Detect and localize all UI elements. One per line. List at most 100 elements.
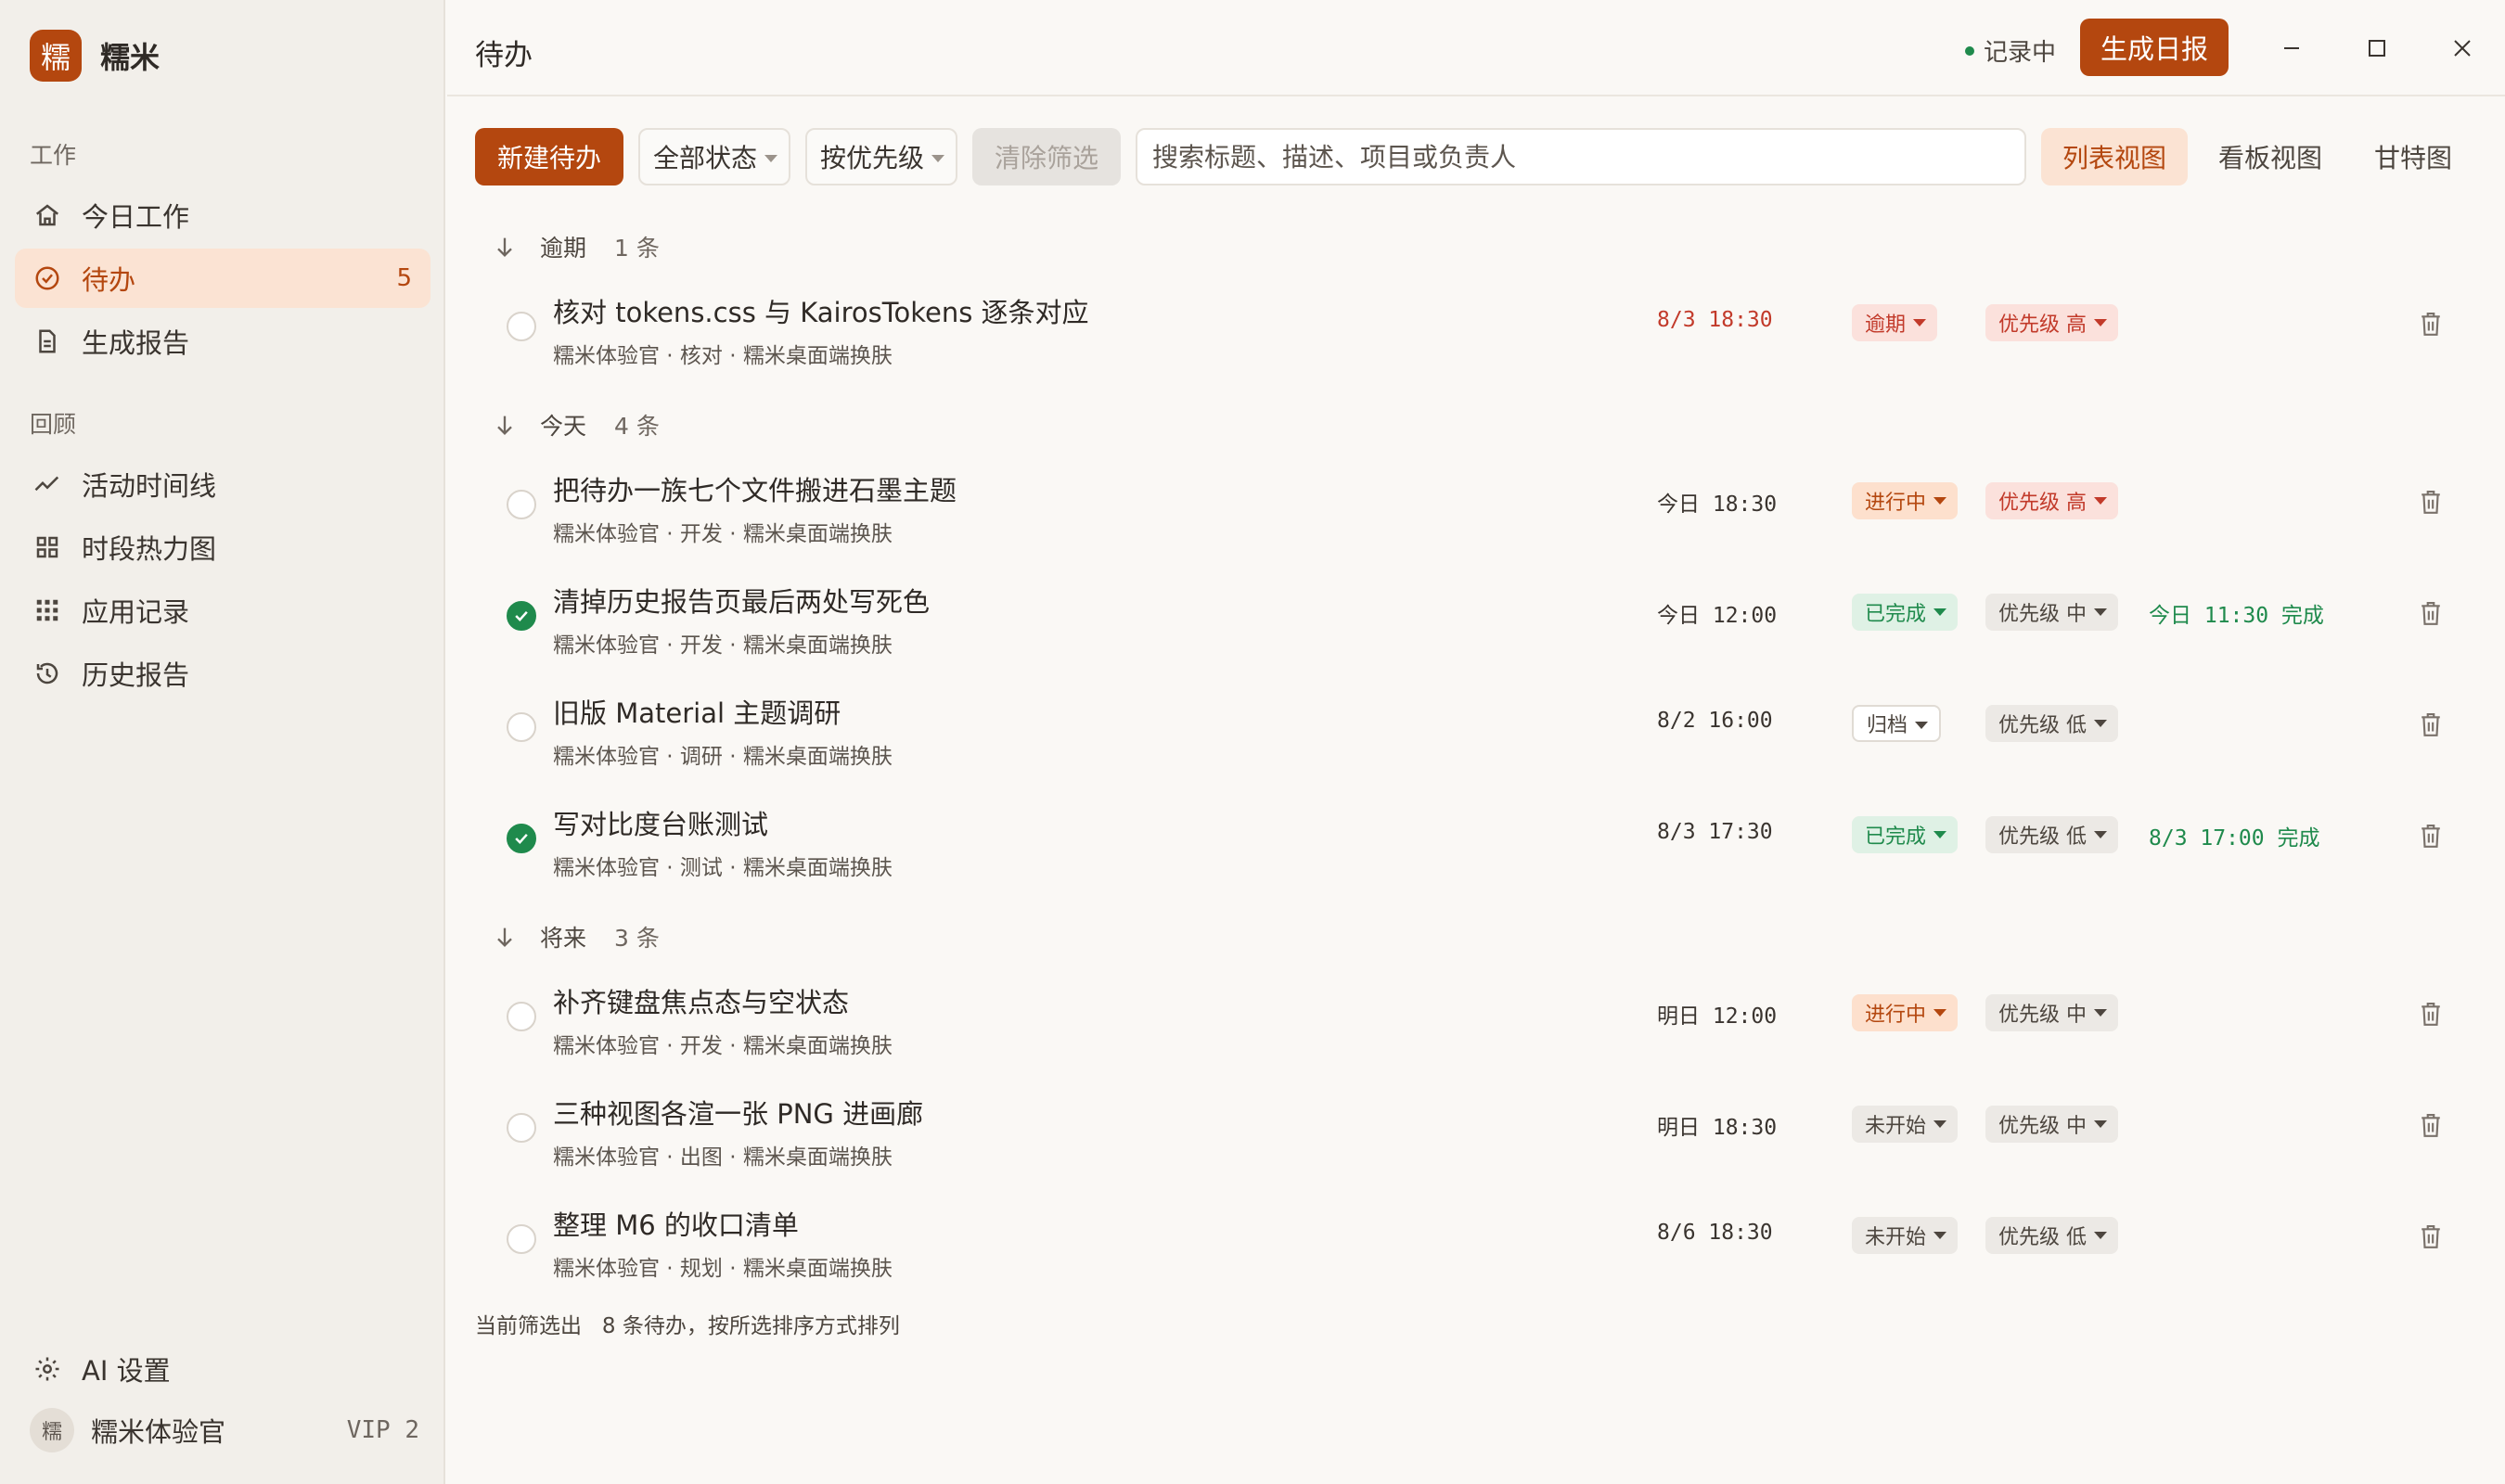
caret-down-icon <box>2094 831 2107 838</box>
table-row[interactable]: 补齐键盘焦点态与空状态 糯米体验官 · 开发 · 糯米桌面端换肤 明日 12:0… <box>475 968 2488 1080</box>
status-dropdown[interactable]: 进行中 <box>1852 994 1959 1031</box>
arrow-down-icon <box>492 412 521 438</box>
grid-icon <box>32 531 63 563</box>
sidebar-item-ai-settings[interactable]: AI 设置 <box>15 1339 430 1399</box>
task-checkbox[interactable] <box>507 490 536 519</box>
trash-icon[interactable] <box>2414 1107 2447 1145</box>
task-meta: 糯米体验官 · 出图 · 糯米桌面端换肤 <box>553 1145 893 1170</box>
priority-dropdown[interactable]: 优先级 中 <box>1985 994 2118 1031</box>
status-dropdown[interactable]: 已完成 <box>1852 816 1959 853</box>
table-row[interactable]: 三种视图各渲一张 PNG 进画廊 糯米体验官 · 出图 · 糯米桌面端换肤 明日… <box>475 1080 2488 1191</box>
caret-down-icon <box>1933 1120 1947 1128</box>
sidebar: 糯 糯米 工作 今日工作 待办 5 生成报告 回顾 活动时间线 时段热力图 应用… <box>0 0 445 1484</box>
task-checkbox[interactable] <box>507 1113 536 1143</box>
trash-icon[interactable] <box>2414 1219 2447 1256</box>
table-row[interactable]: 写对比度台账测试 糯米体验官 · 测试 · 糯米桌面端换肤 8/3 17:30 … <box>475 790 2488 902</box>
status-filter-select[interactable]: 全部状态 <box>638 128 790 186</box>
task-checkbox[interactable] <box>507 1224 536 1254</box>
table-row[interactable]: 整理 M6 的收口清单 糯米体验官 · 规划 · 糯米桌面端换肤 8/6 18:… <box>475 1191 2488 1302</box>
minimize-icon[interactable] <box>2269 26 2314 70</box>
priority-dropdown[interactable]: 优先级 中 <box>1985 1106 2118 1143</box>
sidebar-item-timeline[interactable]: 活动时间线 <box>15 454 430 514</box>
trash-icon[interactable] <box>2414 996 2447 1033</box>
sidebar-item-app-records[interactable]: 应用记录 <box>15 581 430 640</box>
sidebar-item-label: 历史报告 <box>82 659 190 691</box>
trash-icon[interactable] <box>2414 484 2447 521</box>
status-label: 未开始 <box>1865 1226 1927 1249</box>
priority-label: 优先级 低 <box>1998 1226 2087 1249</box>
priority-dropdown[interactable]: 优先级 低 <box>1985 1217 2118 1254</box>
brand: 糯 糯米 <box>30 30 160 82</box>
caret-down-icon <box>1933 1009 1947 1017</box>
group-header-future[interactable]: 将来 3 条 <box>492 920 660 953</box>
task-checkbox-checked[interactable] <box>507 824 536 853</box>
status-dropdown[interactable]: 归档 <box>1852 705 1942 742</box>
task-title: 把待办一族七个文件搬进石墨主题 <box>553 475 957 506</box>
chevron-down-icon <box>764 155 777 162</box>
trend-line-icon <box>32 468 63 500</box>
tab-kanban-view[interactable]: 看板视图 <box>2197 128 2344 186</box>
task-checkbox[interactable] <box>507 1002 536 1031</box>
sidebar-item-history[interactable]: 历史报告 <box>15 644 430 703</box>
priority-dropdown[interactable]: 优先级 低 <box>1985 705 2118 742</box>
section-title-work: 工作 <box>30 142 77 169</box>
priority-label: 优先级 高 <box>1998 313 2087 337</box>
trash-icon[interactable] <box>2414 818 2447 855</box>
status-label: 已完成 <box>1865 603 1927 626</box>
caret-down-icon <box>1933 608 1947 616</box>
caret-down-icon <box>1915 722 1929 729</box>
sort-select[interactable]: 按优先级 <box>805 128 957 186</box>
priority-dropdown[interactable]: 优先级 低 <box>1985 816 2118 853</box>
group-header-today[interactable]: 今天 4 条 <box>492 408 660 441</box>
table-row[interactable]: 把待办一族七个文件搬进石墨主题 糯米体验官 · 开发 · 糯米桌面端换肤 今日 … <box>475 456 2488 568</box>
priority-dropdown[interactable]: 优先级 中 <box>1985 594 2118 631</box>
completed-time: 8/3 17:00 完成 <box>2149 826 2320 851</box>
trash-icon[interactable] <box>2414 707 2447 744</box>
app-name: 糯米 <box>100 40 161 75</box>
status-dropdown[interactable]: 未开始 <box>1852 1217 1959 1254</box>
group-header-overdue[interactable]: 逾期 1 条 <box>492 230 660 263</box>
task-due-time: 8/2 16:00 <box>1657 709 1773 733</box>
task-checkbox[interactable] <box>507 712 536 742</box>
task-due-time: 今日 18:30 <box>1657 493 1778 517</box>
task-meta: 糯米体验官 · 核对 · 糯米桌面端换肤 <box>553 344 893 368</box>
tab-list-view[interactable]: 列表视图 <box>2041 128 2188 186</box>
clear-filter-button[interactable]: 清除筛选 <box>972 128 1121 186</box>
trash-icon[interactable] <box>2414 306 2447 343</box>
task-checkbox[interactable] <box>507 312 536 341</box>
status-label: 归档 <box>1867 714 1908 737</box>
sidebar-item-label: 时段热力图 <box>82 533 217 565</box>
toolbar: 新建待办 全部状态 按优先级 清除筛选 列表视图 看板视图 甘特图 <box>475 128 2498 186</box>
sidebar-item-today[interactable]: 今日工作 <box>15 186 430 245</box>
avatar: 糯 <box>30 1408 74 1452</box>
task-meta: 糯米体验官 · 调研 · 糯米桌面端换肤 <box>553 745 893 769</box>
status-dropdown[interactable]: 进行中 <box>1852 482 1959 519</box>
maximize-icon[interactable] <box>2355 26 2399 70</box>
close-icon[interactable] <box>2440 26 2485 70</box>
status-dropdown[interactable]: 未开始 <box>1852 1106 1959 1143</box>
status-label: 未开始 <box>1865 1115 1927 1138</box>
table-row[interactable]: 核对 tokens.css 与 KairosTokens 逐条对应 糯米体验官 … <box>475 278 2488 390</box>
user-profile[interactable]: 糯 糯米体验官 VIP 2 <box>30 1408 419 1452</box>
trash-icon[interactable] <box>2414 595 2447 633</box>
table-row[interactable]: 旧版 Material 主题调研 糯米体验官 · 调研 · 糯米桌面端换肤 8/… <box>475 679 2488 790</box>
task-checkbox-checked[interactable] <box>507 601 536 631</box>
search-input[interactable] <box>1136 128 2026 186</box>
new-todo-button[interactable]: 新建待办 <box>475 128 623 186</box>
status-dropdown[interactable]: 逾期 <box>1852 304 1938 341</box>
priority-dropdown[interactable]: 优先级 高 <box>1985 304 2118 341</box>
generate-daily-report-button[interactable]: 生成日报 <box>2080 19 2229 76</box>
task-title: 三种视图各渲一张 PNG 进画廊 <box>553 1098 924 1130</box>
sidebar-item-todo[interactable]: 待办 5 <box>15 249 430 308</box>
sidebar-item-report[interactable]: 生成报告 <box>15 312 430 371</box>
sidebar-item-heatmap[interactable]: 时段热力图 <box>15 518 430 577</box>
priority-label: 优先级 低 <box>1998 825 2087 849</box>
tab-gantt-view[interactable]: 甘特图 <box>2353 128 2473 186</box>
table-row[interactable]: 清掉历史报告页最后两处写死色 糯米体验官 · 开发 · 糯米桌面端换肤 今日 1… <box>475 568 2488 679</box>
sidebar-item-label: 今日工作 <box>82 201 190 233</box>
status-dropdown[interactable]: 已完成 <box>1852 594 1959 631</box>
caret-down-icon <box>2094 608 2107 616</box>
task-due-time: 今日 12:00 <box>1657 604 1778 628</box>
task-due-time: 8/3 18:30 <box>1657 308 1773 332</box>
priority-dropdown[interactable]: 优先级 高 <box>1985 482 2118 519</box>
